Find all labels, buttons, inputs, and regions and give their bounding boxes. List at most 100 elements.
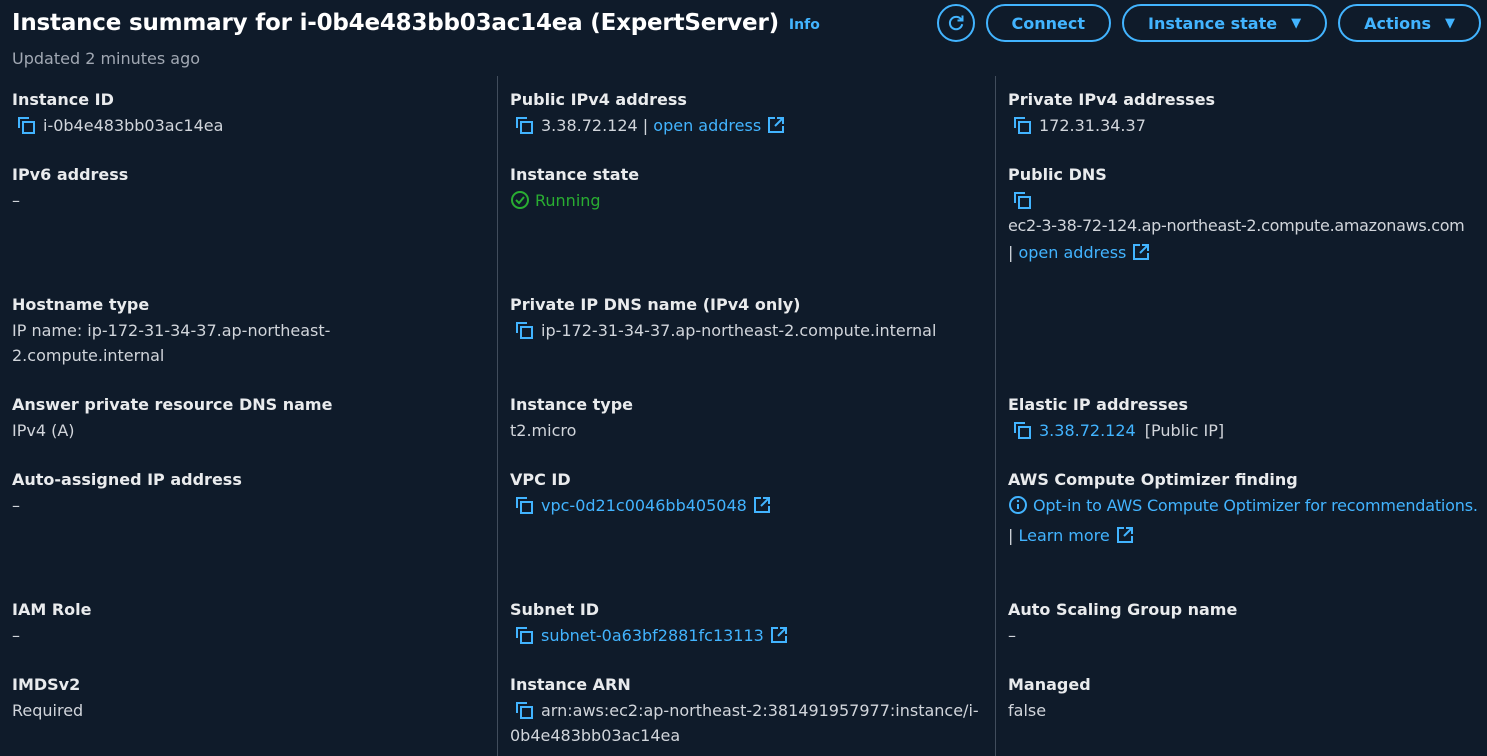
field-auto-assigned-ip: Auto-assigned IP address – [12,470,482,518]
subnet-id-link[interactable]: subnet-0a63bf2881fc13113 [541,626,764,645]
learn-more-row: | Learn more [1008,523,1483,548]
page-title: Instance summary for i-0b4e483bb03ac14ea… [12,10,779,36]
field-iam-role: IAM Role – [12,600,482,648]
field-label: Subnet ID [510,600,600,619]
field-value[interactable]: Opt-in to AWS Compute Optimizer for reco… [1008,493,1483,518]
instance-summary-page: Instance summary for i-0b4e483bb03ac14ea… [0,0,1487,756]
separator: | [1008,243,1014,262]
learn-more-link[interactable]: Learn more [1018,526,1109,545]
public-dns-open: | open address [1008,240,1486,265]
field-value: – [12,626,20,645]
field-value: t2.micro [510,421,577,440]
field-answer-private-dns: Answer private resource DNS name IPv4 (A… [12,395,482,443]
field-label: Elastic IP addresses [1008,395,1189,414]
public-ipv4-value: 3.38.72.124 [541,116,638,135]
field-value: i-0b4e483bb03ac14ea [12,113,482,138]
instance-state-button-label: Instance state [1148,13,1278,33]
connect-button-label: Connect [1011,13,1086,33]
caret-down-icon: ▼ [1291,15,1302,31]
header-actions: Connect Instance state ▼ Actions ▼ [936,4,1481,42]
private-dns-value: ip-172-31-34-37.ap-northeast-2.compute.i… [541,321,937,340]
field-imdsv2: IMDSv2 Required [12,675,482,723]
copy-icon[interactable] [514,495,534,515]
caret-down-icon: ▼ [1445,15,1455,31]
field-label: Instance ID [12,90,114,109]
instance-state-value: Running [535,191,601,210]
actions-button[interactable]: Actions ▼ [1338,4,1481,42]
field-public-dns: Public DNS ec2-3-38-72-124.ap-northeast-… [1008,165,1486,265]
public-dns-value: ec2-3-38-72-124.ap-northeast-2.compute.a… [1008,216,1465,235]
field-label: Instance ARN [510,675,631,694]
private-ipv4-value: 172.31.34.37 [1039,116,1146,135]
field-private-ip-dns: Private IP DNS name (IPv4 only) ip-172-3… [510,295,985,343]
field-value: – [12,191,20,210]
external-link-icon[interactable] [1116,526,1134,544]
field-value: – [12,496,20,515]
external-link-icon[interactable] [770,626,788,644]
field-label: AWS Compute Optimizer finding [1008,470,1298,489]
external-link-icon[interactable] [767,116,785,134]
field-label: IAM Role [12,600,92,619]
refresh-button[interactable] [936,4,975,42]
instance-state-button[interactable]: Instance state ▼ [1122,4,1328,42]
copy-icon[interactable] [1012,115,1032,135]
field-label: Private IP DNS name (IPv4 only) [510,295,801,314]
copy-icon[interactable] [514,115,534,135]
open-address-link[interactable]: open address [653,116,761,135]
field-label: Managed [1008,675,1091,694]
copy-icon[interactable] [514,700,534,720]
external-link-icon[interactable] [1132,243,1150,261]
field-label: Hostname type [12,295,150,314]
field-private-ipv4: Private IPv4 addresses 172.31.34.37 [1008,90,1483,138]
field-public-ipv4: Public IPv4 address 3.38.72.124 | open a… [510,90,980,138]
field-compute-optimizer: AWS Compute Optimizer finding Opt-in to … [1008,470,1483,548]
field-label: Auto Scaling Group name [1008,600,1238,619]
copy-icon[interactable] [1012,190,1032,210]
vpc-id-link[interactable]: vpc-0d21c0046bb405048 [541,496,747,515]
field-label: Auto-assigned IP address [12,470,242,489]
field-label: Public IPv4 address [510,90,687,109]
field-value: Running [510,188,980,213]
field-vpc-id: VPC ID vpc-0d21c0046bb405048 [510,470,980,518]
column-divider [497,76,498,756]
field-value: arn:aws:ec2:ap-northeast-2:381491957977:… [510,698,985,748]
instance-arn-value: arn:aws:ec2:ap-northeast-2:381491957977:… [510,701,979,745]
field-ipv6-address: IPv6 address – [12,165,482,213]
field-auto-scaling-group: Auto Scaling Group name – [1008,600,1483,648]
elastic-ip-suffix: [Public IP] [1144,421,1225,440]
field-instance-state: Instance state Running [510,165,980,213]
field-label: Instance type [510,395,633,414]
copy-icon[interactable] [514,625,534,645]
copy-icon[interactable] [16,115,36,135]
field-value: 3.38.72.124 [Public IP] [1008,418,1483,443]
field-value: Required [12,701,84,720]
field-value: subnet-0a63bf2881fc13113 [510,623,980,648]
optimizer-opt-in-link[interactable]: Opt-in to AWS Compute Optimizer for reco… [1033,496,1478,515]
field-label: Public DNS [1008,165,1107,184]
actions-button-label: Actions [1364,13,1431,33]
field-value: IPv4 (A) [12,421,75,440]
field-value: – [1008,626,1016,645]
open-address-link[interactable]: open address [1018,243,1126,262]
field-instance-arn: Instance ARN arn:aws:ec2:ap-northeast-2:… [510,675,985,748]
info-link[interactable]: Info [789,17,820,33]
refresh-icon [948,15,964,31]
separator: | [642,116,649,135]
header: Instance summary for i-0b4e483bb03ac14ea… [12,6,820,40]
copy-icon[interactable] [514,320,534,340]
info-circle-icon [1009,496,1027,514]
field-elastic-ip: Elastic IP addresses 3.38.72.124 [Public… [1008,395,1483,443]
field-subnet-id: Subnet ID subnet-0a63bf2881fc13113 [510,600,980,648]
connect-button[interactable]: Connect [985,4,1112,42]
field-value: ip-172-31-34-37.ap-northeast-2.compute.i… [510,318,985,343]
field-value: false [1008,701,1047,720]
field-value [1008,188,1486,213]
separator: | [1008,526,1014,545]
external-link-icon[interactable] [753,496,771,514]
copy-icon[interactable] [1012,420,1032,440]
field-value: 172.31.34.37 [1008,113,1483,138]
field-managed: Managed false [1008,675,1483,723]
field-instance-id: Instance ID i-0b4e483bb03ac14ea [12,90,482,138]
field-label: Private IPv4 addresses [1008,90,1216,109]
elastic-ip-link[interactable]: 3.38.72.124 [1039,421,1136,440]
